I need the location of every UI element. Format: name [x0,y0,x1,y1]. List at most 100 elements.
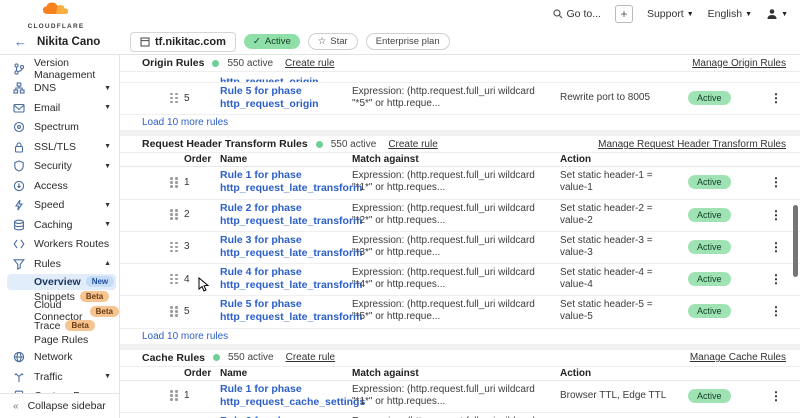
speed-icon [13,199,25,211]
partial-rule-row: http_request_origin [120,72,800,83]
language-menu[interactable]: English ▼ [708,8,752,20]
sidebar-item-caching[interactable]: Caching ▼ [0,215,119,235]
active-count: 550 active [228,352,274,363]
kebab-menu-icon[interactable]: ⋮ [770,304,782,318]
chevron-down-icon: ▼ [104,202,111,209]
manage-rules-link[interactable]: Manage Cache Rules [690,352,786,363]
sidebar-item-overview[interactable]: Overview New [7,274,116,290]
sidebar-item-cloud-connector[interactable]: Cloud ConnectorBeta [0,304,119,319]
kebab-menu-icon[interactable]: ⋮ [770,91,782,105]
plan-badge: Enterprise plan [366,33,450,50]
drag-handle-icon[interactable] [170,93,178,104]
load-more-rules-link[interactable]: Load 10 more rules [142,117,228,128]
rule-order: 2 [184,209,220,220]
site-name: tf.nikitac.com [155,36,226,48]
language-label: English [708,8,742,20]
back-arrow-icon[interactable]: ← [14,34,27,49]
rule-match-expression: Expression: (http.request.full_uri wildc… [352,267,560,291]
cloudflare-cloud-icon [41,1,71,15]
rule-row: 5 Rule 5 for phasehttp_request_late_tran… [120,296,800,328]
rule-name-link[interactable]: Rule 4 for phasehttp_request_late_transf… [220,266,352,292]
manage-rules-link[interactable]: Manage Request Header Transform Rules [598,139,786,150]
sidebar-item-workers-routes[interactable]: Workers Routes [0,235,119,255]
kebab-menu-icon[interactable]: ⋮ [770,389,782,403]
sidebar-item-rules[interactable]: Rules▲ [0,254,119,274]
new-badge: New [86,276,114,287]
create-rule-link[interactable]: Create rule [388,139,437,150]
kebab-menu-icon[interactable]: ⋮ [770,208,782,222]
sidebar-item-dns[interactable]: DNS▼ [0,79,119,99]
collapse-sidebar-button[interactable]: « Collapse sidebar [0,393,119,418]
rule-name-link[interactable]: Rule 1 for phasehttp_request_cache_setti… [220,383,352,409]
cloudflare-logo[interactable]: CLOUDFLARE [26,1,86,27]
sidebar-item-network[interactable]: Network [0,348,119,368]
kebab-menu-icon[interactable]: ⋮ [770,272,782,286]
rule-name-link[interactable]: http_request_origin [220,76,319,83]
rule-row: 5 Rule 5 for phasehttp_request_origin Ex… [120,83,800,115]
sidebar-item-email[interactable]: Email▼ [0,98,119,118]
sidebar-item-label: DNS [34,82,56,94]
sidebar-item-label: Network [34,351,73,363]
load-more-row: Load 10 more rules [120,329,800,344]
search-icon [553,9,563,19]
go-to-search[interactable]: Go to... [553,8,601,20]
network-icon [13,351,25,363]
chevron-down-icon: ▼ [104,143,111,150]
ssl-tls-icon [13,141,25,153]
rule-action: Rewrite port to 8005 [560,92,688,104]
manage-rules-link[interactable]: Manage Origin Rules [692,58,786,69]
rule-name-link[interactable]: Rule 2 for phasehttp_request_late_transf… [220,202,352,228]
sidebar-item-page-rules[interactable]: Page Rules [0,333,119,348]
sidebar-item-security[interactable]: Security▼ [0,157,119,177]
chevron-down-icon: ▼ [104,221,111,228]
sidebar-item-ssl-tls[interactable]: SSL/TLS ▼ [0,137,119,157]
rule-name-link[interactable]: Rule 3 for phasehttp_request_late_transf… [220,234,352,260]
star-button[interactable]: ☆ Star [308,33,358,50]
column-action: Action [560,368,688,379]
workers-routes-icon [13,238,25,250]
rule-name-link[interactable]: Rule 5 for phasehttp_request_origin [220,85,352,111]
drag-handle-icon[interactable] [170,306,178,317]
rule-name-link[interactable]: Rule 5 for phasehttp_request_late_transf… [220,298,352,324]
add-button[interactable]: + [615,5,633,23]
sidebar-item-label: Rules [34,258,61,270]
rule-row: 1 Rule 1 for phasehttp_request_late_tran… [120,167,800,199]
create-rule-link[interactable]: Create rule [286,352,335,363]
sidebar-item-speed[interactable]: Speed▼ [0,196,119,216]
sidebar-subitem-label: Overview [34,276,81,288]
drag-handle-icon[interactable] [170,177,178,188]
sidebar-item-traffic[interactable]: Traffic▼ [0,367,119,387]
top-bar: CLOUDFLARE Go to... + Support ▼ English … [0,0,800,28]
rule-name-link[interactable]: Rule 1 for phasehttp_request_late_transf… [220,169,352,195]
section-title: Origin Rules [142,57,204,69]
section-origin-rules: Origin Rules 550 active Create rule Manage … [120,55,800,130]
sidebar-item-access[interactable]: Access [0,176,119,196]
rule-row: 2 Rule 2 for phasehttp_request_late_tran… [120,200,800,232]
rule-action: Set static header-4 = value-4 [560,267,688,291]
sidebar-item-version-management[interactable]: Version Management [0,59,119,79]
support-menu[interactable]: Support ▼ [647,8,694,20]
rule-row: 4 Rule 4 for phasehttp_request_late_tran… [120,264,800,296]
rule-action: Set static header-5 = value-5 [560,299,688,323]
sidebar-submenu-rules: OverviewNewSnippetsBetaCloud ConnectorBe… [0,274,119,348]
site-selector[interactable]: tf.nikitac.com [130,32,236,52]
active-count: 550 active [227,58,273,69]
kebab-menu-icon[interactable]: ⋮ [770,175,782,189]
sidebar-item-label: SSL/TLS [34,141,76,153]
kebab-menu-icon[interactable]: ⋮ [770,240,782,254]
drag-handle-icon[interactable] [170,209,178,220]
user-menu[interactable]: ▼ [766,8,788,20]
email-icon [13,102,25,114]
column-match-against: Match against [352,154,560,165]
sidebar-item-trace[interactable]: TraceBeta [0,319,119,334]
sidebar-item-spectrum[interactable]: Spectrum [0,118,119,138]
sidebar-item-label: Caching [34,219,73,231]
create-rule-link[interactable]: Create rule [285,58,334,69]
status-badge: Active [688,91,731,105]
collapse-label: Collapse sidebar [28,400,106,412]
scrollbar-thumb[interactable] [793,205,798,277]
drag-handle-icon[interactable] [170,274,178,285]
drag-handle-icon[interactable] [170,390,178,401]
drag-handle-icon[interactable] [170,242,178,253]
load-more-rules-link[interactable]: Load 10 more rules [142,331,228,342]
